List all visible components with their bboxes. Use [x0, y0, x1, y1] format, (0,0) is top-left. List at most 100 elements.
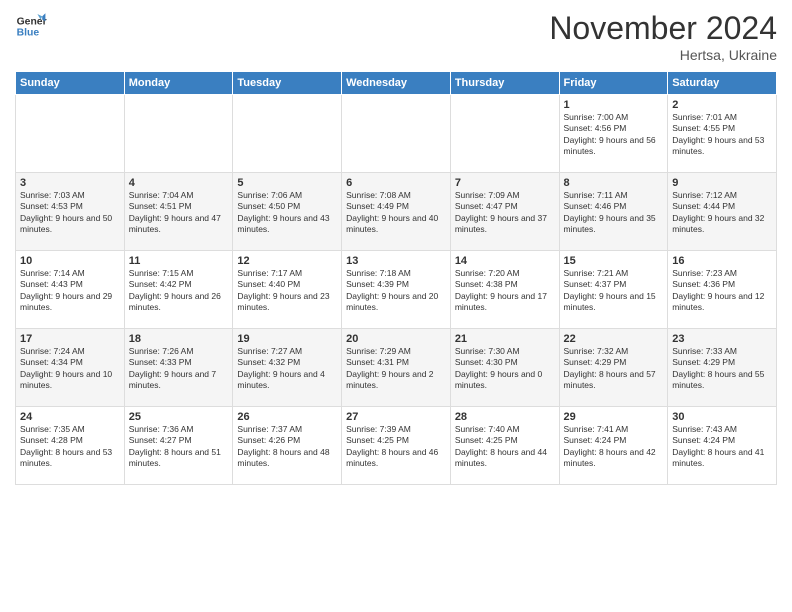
day-info: Sunrise: 7:08 AMSunset: 4:49 PMDaylight:… — [346, 190, 446, 236]
calendar-week-4: 17Sunrise: 7:24 AMSunset: 4:34 PMDayligh… — [16, 329, 777, 407]
day-number: 30 — [672, 411, 772, 423]
day-number: 6 — [346, 177, 446, 189]
day-number: 22 — [564, 333, 664, 345]
day-info: Sunrise: 7:00 AMSunset: 4:56 PMDaylight:… — [564, 112, 664, 158]
calendar-week-5: 24Sunrise: 7:35 AMSunset: 4:28 PMDayligh… — [16, 407, 777, 485]
day-number: 2 — [672, 99, 772, 111]
title-block: November 2024 Hertsa, Ukraine — [549, 10, 777, 63]
day-number: 12 — [237, 255, 337, 267]
table-row: 15Sunrise: 7:21 AMSunset: 4:37 PMDayligh… — [559, 251, 668, 329]
table-row: 11Sunrise: 7:15 AMSunset: 4:42 PMDayligh… — [124, 251, 233, 329]
day-number: 20 — [346, 333, 446, 345]
day-info: Sunrise: 7:12 AMSunset: 4:44 PMDaylight:… — [672, 190, 772, 236]
table-row — [124, 95, 233, 173]
day-number: 16 — [672, 255, 772, 267]
logo-icon: General Blue — [15, 10, 47, 42]
table-row — [16, 95, 125, 173]
calendar-header-row: Sunday Monday Tuesday Wednesday Thursday… — [16, 72, 777, 95]
table-row: 12Sunrise: 7:17 AMSunset: 4:40 PMDayligh… — [233, 251, 342, 329]
day-info: Sunrise: 7:15 AMSunset: 4:42 PMDaylight:… — [129, 268, 229, 314]
table-row: 9Sunrise: 7:12 AMSunset: 4:44 PMDaylight… — [668, 173, 777, 251]
day-info: Sunrise: 7:23 AMSunset: 4:36 PMDaylight:… — [672, 268, 772, 314]
col-thursday: Thursday — [450, 72, 559, 95]
table-row: 28Sunrise: 7:40 AMSunset: 4:25 PMDayligh… — [450, 407, 559, 485]
calendar-table: Sunday Monday Tuesday Wednesday Thursday… — [15, 71, 777, 485]
table-row: 27Sunrise: 7:39 AMSunset: 4:25 PMDayligh… — [342, 407, 451, 485]
table-row: 3Sunrise: 7:03 AMSunset: 4:53 PMDaylight… — [16, 173, 125, 251]
table-row: 24Sunrise: 7:35 AMSunset: 4:28 PMDayligh… — [16, 407, 125, 485]
table-row: 29Sunrise: 7:41 AMSunset: 4:24 PMDayligh… — [559, 407, 668, 485]
table-row: 25Sunrise: 7:36 AMSunset: 4:27 PMDayligh… — [124, 407, 233, 485]
table-row: 21Sunrise: 7:30 AMSunset: 4:30 PMDayligh… — [450, 329, 559, 407]
day-number: 11 — [129, 255, 229, 267]
day-number: 5 — [237, 177, 337, 189]
day-number: 1 — [564, 99, 664, 111]
table-row: 18Sunrise: 7:26 AMSunset: 4:33 PMDayligh… — [124, 329, 233, 407]
day-info: Sunrise: 7:29 AMSunset: 4:31 PMDaylight:… — [346, 346, 446, 392]
header: General Blue November 2024 Hertsa, Ukrai… — [15, 10, 777, 63]
table-row — [233, 95, 342, 173]
day-info: Sunrise: 7:41 AMSunset: 4:24 PMDaylight:… — [564, 424, 664, 470]
svg-text:Blue: Blue — [17, 28, 40, 39]
calendar-week-1: 1Sunrise: 7:00 AMSunset: 4:56 PMDaylight… — [16, 95, 777, 173]
day-info: Sunrise: 7:17 AMSunset: 4:40 PMDaylight:… — [237, 268, 337, 314]
day-number: 9 — [672, 177, 772, 189]
table-row: 7Sunrise: 7:09 AMSunset: 4:47 PMDaylight… — [450, 173, 559, 251]
col-tuesday: Tuesday — [233, 72, 342, 95]
table-row: 16Sunrise: 7:23 AMSunset: 4:36 PMDayligh… — [668, 251, 777, 329]
table-row — [450, 95, 559, 173]
subtitle: Hertsa, Ukraine — [549, 47, 777, 63]
day-number: 29 — [564, 411, 664, 423]
table-row: 4Sunrise: 7:04 AMSunset: 4:51 PMDaylight… — [124, 173, 233, 251]
day-number: 27 — [346, 411, 446, 423]
day-number: 19 — [237, 333, 337, 345]
day-info: Sunrise: 7:40 AMSunset: 4:25 PMDaylight:… — [455, 424, 555, 470]
page-container: General Blue November 2024 Hertsa, Ukrai… — [0, 0, 792, 612]
day-info: Sunrise: 7:24 AMSunset: 4:34 PMDaylight:… — [20, 346, 120, 392]
col-monday: Monday — [124, 72, 233, 95]
col-wednesday: Wednesday — [342, 72, 451, 95]
day-info: Sunrise: 7:04 AMSunset: 4:51 PMDaylight:… — [129, 190, 229, 236]
col-sunday: Sunday — [16, 72, 125, 95]
day-number: 3 — [20, 177, 120, 189]
day-info: Sunrise: 7:30 AMSunset: 4:30 PMDaylight:… — [455, 346, 555, 392]
month-title: November 2024 — [549, 10, 777, 47]
table-row: 23Sunrise: 7:33 AMSunset: 4:29 PMDayligh… — [668, 329, 777, 407]
col-saturday: Saturday — [668, 72, 777, 95]
day-number: 17 — [20, 333, 120, 345]
day-info: Sunrise: 7:35 AMSunset: 4:28 PMDaylight:… — [20, 424, 120, 470]
col-friday: Friday — [559, 72, 668, 95]
table-row: 5Sunrise: 7:06 AMSunset: 4:50 PMDaylight… — [233, 173, 342, 251]
day-number: 15 — [564, 255, 664, 267]
day-number: 21 — [455, 333, 555, 345]
day-number: 28 — [455, 411, 555, 423]
day-number: 24 — [20, 411, 120, 423]
day-info: Sunrise: 7:20 AMSunset: 4:38 PMDaylight:… — [455, 268, 555, 314]
table-row: 20Sunrise: 7:29 AMSunset: 4:31 PMDayligh… — [342, 329, 451, 407]
day-number: 4 — [129, 177, 229, 189]
day-number: 25 — [129, 411, 229, 423]
logo: General Blue — [15, 10, 47, 42]
day-info: Sunrise: 7:09 AMSunset: 4:47 PMDaylight:… — [455, 190, 555, 236]
day-info: Sunrise: 7:18 AMSunset: 4:39 PMDaylight:… — [346, 268, 446, 314]
day-info: Sunrise: 7:33 AMSunset: 4:29 PMDaylight:… — [672, 346, 772, 392]
day-info: Sunrise: 7:11 AMSunset: 4:46 PMDaylight:… — [564, 190, 664, 236]
day-info: Sunrise: 7:27 AMSunset: 4:32 PMDaylight:… — [237, 346, 337, 392]
table-row: 17Sunrise: 7:24 AMSunset: 4:34 PMDayligh… — [16, 329, 125, 407]
table-row — [342, 95, 451, 173]
day-number: 7 — [455, 177, 555, 189]
table-row: 2Sunrise: 7:01 AMSunset: 4:55 PMDaylight… — [668, 95, 777, 173]
table-row: 26Sunrise: 7:37 AMSunset: 4:26 PMDayligh… — [233, 407, 342, 485]
day-number: 13 — [346, 255, 446, 267]
day-info: Sunrise: 7:37 AMSunset: 4:26 PMDaylight:… — [237, 424, 337, 470]
day-info: Sunrise: 7:43 AMSunset: 4:24 PMDaylight:… — [672, 424, 772, 470]
calendar-week-3: 10Sunrise: 7:14 AMSunset: 4:43 PMDayligh… — [16, 251, 777, 329]
day-info: Sunrise: 7:06 AMSunset: 4:50 PMDaylight:… — [237, 190, 337, 236]
day-number: 18 — [129, 333, 229, 345]
table-row: 6Sunrise: 7:08 AMSunset: 4:49 PMDaylight… — [342, 173, 451, 251]
day-number: 10 — [20, 255, 120, 267]
calendar-week-2: 3Sunrise: 7:03 AMSunset: 4:53 PMDaylight… — [16, 173, 777, 251]
day-number: 23 — [672, 333, 772, 345]
day-info: Sunrise: 7:39 AMSunset: 4:25 PMDaylight:… — [346, 424, 446, 470]
day-info: Sunrise: 7:14 AMSunset: 4:43 PMDaylight:… — [20, 268, 120, 314]
